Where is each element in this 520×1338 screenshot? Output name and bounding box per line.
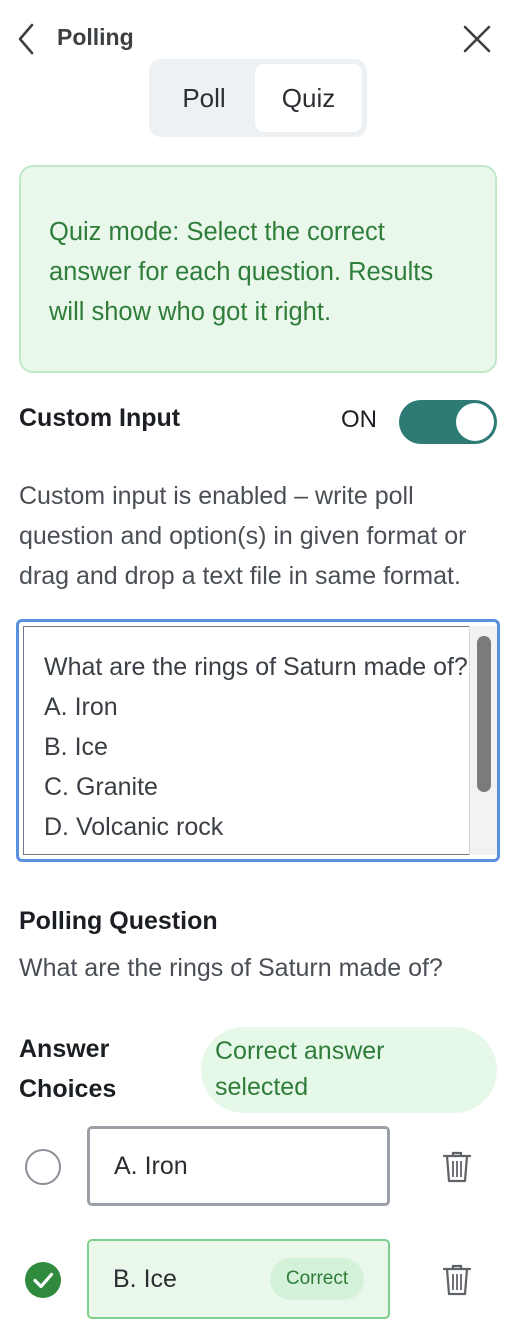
quiz-mode-info-box: Quiz mode: Select the correct answer for… (19, 165, 497, 373)
trash-icon (442, 1151, 472, 1183)
choice-b-label: B. Ice (113, 1264, 177, 1293)
delete-choice-b-button[interactable] (442, 1263, 472, 1297)
choice-a-field[interactable]: A. Iron (87, 1126, 390, 1206)
check-icon (33, 1272, 54, 1289)
choice-a-label: A. Iron (114, 1151, 188, 1180)
close-icon (463, 25, 491, 53)
choice-a-radio[interactable] (25, 1149, 61, 1185)
status-badge: Correct answer selected (201, 1027, 497, 1113)
polling-question-text: What are the rings of Saturn made of? (19, 954, 443, 982)
textarea-scrollbar[interactable] (469, 626, 497, 855)
tab-quiz[interactable]: Quiz (255, 64, 362, 132)
custom-input-toggle-state: ON (341, 406, 377, 433)
custom-input-text[interactable]: What are the rings of Saturn made of? A.… (23, 626, 469, 855)
custom-input-label: Custom Input (19, 404, 181, 432)
textarea-scrollbar-thumb[interactable] (477, 636, 491, 792)
choice-b-field[interactable]: B. Ice Correct (87, 1239, 390, 1319)
toggle-knob (456, 403, 494, 441)
correct-badge: Correct (270, 1258, 364, 1300)
mode-switcher: Poll Quiz (149, 59, 367, 137)
custom-input-description: Custom input is enabled – write poll que… (19, 482, 467, 590)
custom-input-textarea[interactable]: What are the rings of Saturn made of? A.… (16, 619, 500, 862)
tab-poll[interactable]: Poll (154, 64, 254, 132)
answer-choices-label: Answer Choices (19, 1035, 117, 1103)
choice-b-radio-checked[interactable] (25, 1262, 61, 1298)
trash-icon (442, 1264, 472, 1296)
panel-title: Polling (57, 24, 134, 50)
custom-input-toggle[interactable] (399, 400, 497, 444)
polling-question-label: Polling Question (19, 907, 218, 935)
back-button[interactable] (14, 22, 42, 56)
close-button[interactable] (460, 22, 494, 56)
chevron-left-icon (18, 23, 34, 55)
delete-choice-a-button[interactable] (442, 1150, 472, 1184)
